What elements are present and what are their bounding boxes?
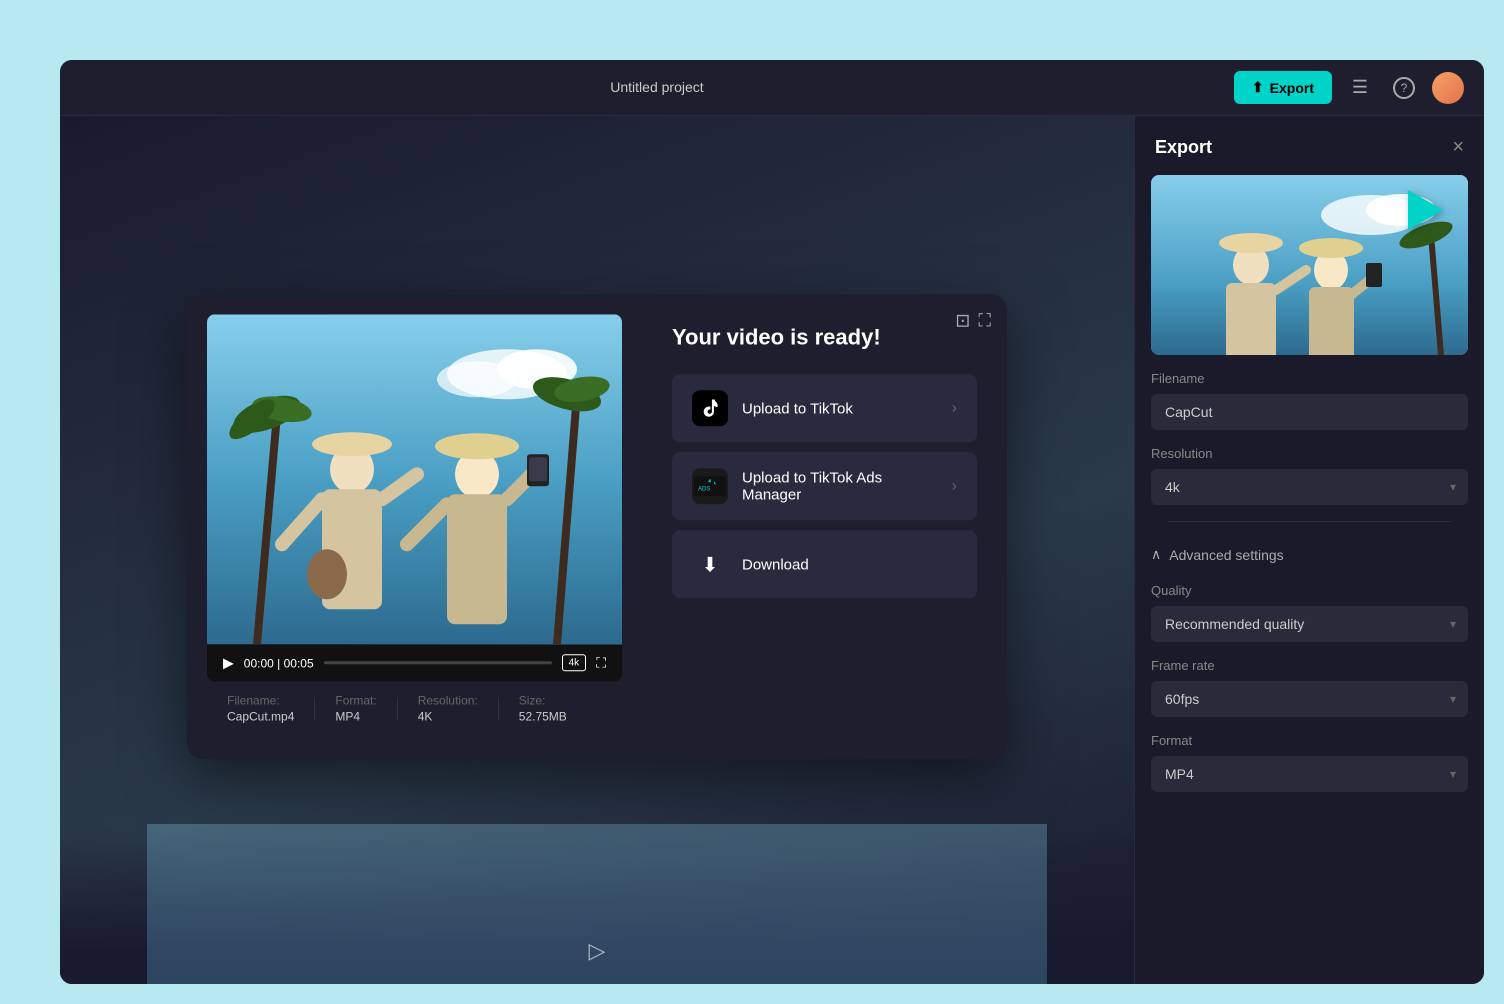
modal-header-icons: ⊡ ⛶	[955, 310, 991, 331]
fullscreen-icon-button[interactable]: ⛶	[978, 310, 991, 331]
export-close-button[interactable]: ×	[1452, 136, 1464, 159]
upload-tiktok-button[interactable]: Upload to TikTok ›	[672, 374, 977, 442]
framerate-select[interactable]: 60fps 30fps 24fps	[1151, 681, 1468, 717]
modal-body: ▶ 00:00 | 00:05 4k ⛶	[187, 294, 1007, 759]
quality-label: Quality	[1151, 583, 1468, 598]
quality-select[interactable]: Recommended quality High quality Very hi…	[1151, 606, 1468, 642]
video-scene-svg	[207, 314, 622, 644]
comment-icon-button[interactable]: ⊡	[955, 310, 970, 331]
quality-badge: 4k	[562, 654, 587, 671]
progress-bar[interactable]	[324, 661, 552, 664]
play-button[interactable]: ▶	[223, 654, 234, 671]
resolution-label: Resolution	[1151, 446, 1468, 461]
tiktok-ads-icon: ADS	[692, 468, 728, 504]
editor-area: ▷ ⊡ ⛶	[60, 116, 1134, 984]
app-title: Untitled project	[80, 79, 1234, 97]
timeline-play-icon[interactable]: ▷	[589, 938, 606, 963]
resolution-select[interactable]: 4k 2K 1080p 720p	[1151, 469, 1468, 505]
timeline-thumbnail: ▷	[60, 824, 1134, 984]
upload-tiktok-ads-button[interactable]: ADS Upload to TikTok Ads Manager ›	[672, 452, 977, 520]
cursor-arrow	[1408, 190, 1443, 230]
main-content: ▷ ⊡ ⛶	[60, 116, 1484, 984]
ready-title: Your video is ready!	[672, 324, 977, 350]
video-preview: ▶ 00:00 | 00:05 4k ⛶	[207, 314, 622, 681]
layers-icon: ☰	[1352, 77, 1368, 98]
export-button[interactable]: ⬆ Export	[1234, 71, 1332, 104]
layers-icon-button[interactable]: ☰	[1344, 72, 1376, 104]
format-label: Format	[1151, 733, 1468, 748]
filename-input[interactable]	[1151, 394, 1468, 430]
top-bar-actions: ⬆ Export ☰ ?	[1234, 71, 1464, 104]
quality-select-wrapper: Recommended quality High quality Very hi…	[1151, 606, 1468, 642]
app-window: Untitled project ⬆ Export ☰ ?	[60, 60, 1484, 984]
video-controls: ▶ 00:00 | 00:05 4k ⛶	[207, 644, 622, 681]
svg-text:ADS: ADS	[698, 486, 710, 492]
fullscreen-icon: ⛶	[978, 310, 991, 330]
framerate-select-wrapper: 60fps 30fps 24fps ▾	[1151, 681, 1468, 717]
meta-format: Format: MP4	[335, 693, 376, 723]
video-meta: Filename: CapCut.mp4 Format: MP4 Resolut…	[207, 681, 622, 739]
download-icon: ⬇	[692, 546, 728, 582]
tiktok-ads-arrow-icon: ›	[952, 477, 957, 495]
export-panel-title: Export	[1155, 137, 1212, 158]
export-panel: Export ×	[1134, 116, 1484, 984]
export-preview	[1151, 175, 1468, 355]
divider	[1167, 521, 1452, 522]
chevron-up-icon: ∧	[1151, 546, 1161, 563]
user-avatar[interactable]	[1432, 72, 1464, 104]
help-icon: ?	[1393, 77, 1415, 99]
download-button[interactable]: ⬇ Download	[672, 530, 977, 598]
comment-icon: ⊡	[955, 310, 970, 330]
format-select-wrapper: MP4 MOV AVI GIF ▾	[1151, 756, 1468, 792]
export-upload-icon: ⬆	[1252, 79, 1264, 96]
meta-size: Size: 52.75MB	[519, 693, 567, 723]
export-panel-header: Export ×	[1135, 116, 1484, 175]
tiktok-arrow-icon: ›	[952, 399, 957, 417]
video-ready-modal: ⊡ ⛶	[187, 294, 1007, 759]
filename-label: Filename	[1151, 371, 1468, 386]
export-form: Filename Resolution 4k 2K 1080p 720p ▾ ∧	[1135, 371, 1484, 808]
advanced-settings-toggle[interactable]: ∧ Advanced settings	[1151, 538, 1284, 571]
top-bar: Untitled project ⬆ Export ☰ ?	[60, 60, 1484, 116]
video-fullscreen-button[interactable]: ⛶	[596, 654, 606, 671]
meta-resolution: Resolution: 4K	[418, 693, 478, 723]
modal-actions: Your video is ready! Upload to TikTok ›	[642, 294, 1007, 759]
help-icon-button[interactable]: ?	[1388, 72, 1420, 104]
tiktok-icon	[692, 390, 728, 426]
framerate-label: Frame rate	[1151, 658, 1468, 673]
meta-filename: Filename: CapCut.mp4	[227, 693, 294, 723]
video-thumbnail	[207, 314, 622, 644]
resolution-select-wrapper: 4k 2K 1080p 720p ▾	[1151, 469, 1468, 505]
format-select[interactable]: MP4 MOV AVI GIF	[1151, 756, 1468, 792]
